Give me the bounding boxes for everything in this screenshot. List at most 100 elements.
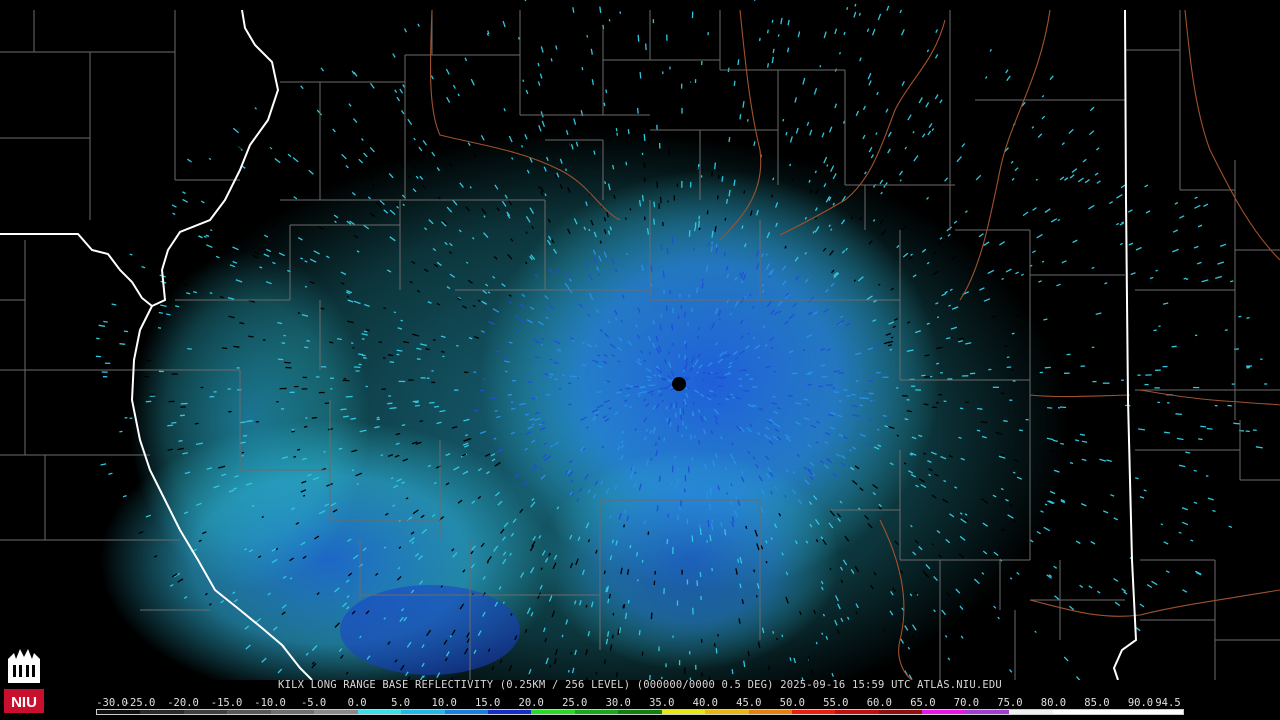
echo-speckle — [927, 130, 932, 136]
scale-segment — [792, 710, 836, 714]
echo-speckle — [139, 257, 145, 260]
echo-speckle — [787, 99, 790, 105]
echo-speckle — [929, 40, 932, 44]
echo-speckle — [870, 154, 874, 159]
echo-speckle — [904, 418, 909, 421]
echo-speckle — [1084, 147, 1088, 151]
echo-speckle — [1205, 475, 1209, 477]
echo-speckle — [429, 401, 435, 404]
scale-label: -20.0 — [167, 697, 199, 709]
echo-speckle — [1056, 305, 1063, 309]
echo-speckle — [1081, 134, 1088, 140]
echo-speckle — [588, 228, 591, 232]
echo-speckle — [362, 357, 367, 359]
scale-segment — [1096, 710, 1140, 714]
echo-speckle — [597, 391, 602, 394]
echo-speckle — [637, 59, 640, 67]
echo-speckle — [353, 71, 358, 77]
echo-speckle — [1160, 523, 1164, 526]
echo-speckle — [890, 336, 894, 339]
echo-speckle — [598, 273, 601, 277]
echo-speckle — [1228, 525, 1233, 529]
echo-speckle — [358, 158, 364, 164]
echo-speckle — [868, 146, 873, 153]
echo-speckle — [129, 253, 133, 256]
echo-speckle — [1022, 211, 1029, 217]
echo-speckle — [675, 401, 678, 409]
echo-speckle — [282, 99, 288, 105]
echo-speckle — [441, 33, 445, 37]
scale-label: 85.0 — [1084, 697, 1110, 709]
scale-label: 90.0 — [1127, 697, 1154, 709]
echo-speckle — [396, 96, 401, 102]
echo-speckle — [1181, 521, 1189, 526]
echo-speckle — [168, 264, 176, 268]
echo-speckle — [643, 177, 646, 182]
echo-speckle — [1255, 446, 1263, 449]
echo-speckle — [1219, 517, 1226, 521]
color-scale-labels: -30.0 -25.0 -20.0 -15.0 -10.0 -5.0 0.0 5.0 10.0 1… — [96, 697, 1186, 709]
echo-speckle — [685, 358, 688, 363]
echo-speckle — [728, 137, 731, 143]
echo-speckle — [160, 226, 163, 229]
echo-speckle — [1197, 556, 1201, 559]
echo-speckle — [167, 282, 173, 286]
echo-speckle — [432, 339, 436, 342]
echo-speckle — [658, 436, 661, 441]
echo-speckle — [935, 29, 938, 33]
echo-speckle — [165, 313, 171, 316]
echo-speckle — [811, 10, 814, 14]
echo-speckle — [999, 241, 1005, 246]
echo-speckle — [772, 48, 775, 54]
echo-speckle — [947, 657, 951, 661]
echo-speckle — [625, 161, 628, 166]
echo-speckle — [618, 627, 622, 634]
echo-speckle — [855, 110, 860, 117]
echo-speckle — [947, 645, 952, 651]
echo-speckle — [528, 673, 531, 677]
scale-label: 94.5 — [1155, 697, 1181, 709]
scale-label: 70.0 — [953, 697, 980, 709]
echo-speckle — [287, 153, 292, 158]
echo-speckle — [828, 126, 833, 133]
echo-speckle — [1197, 422, 1204, 425]
echo-speckle — [1138, 428, 1146, 431]
echo-speckle — [822, 613, 825, 617]
echo-speckle — [882, 414, 887, 418]
echo-speckle — [892, 65, 896, 72]
echo-speckle — [522, 79, 525, 83]
echo-speckle — [470, 63, 473, 67]
scale-label: 45.0 — [736, 697, 762, 709]
echo-speckle — [794, 97, 798, 103]
echo-speckle — [1037, 212, 1045, 218]
echo-speckle — [1005, 69, 1009, 74]
echo-speckle — [960, 635, 964, 639]
echo-speckle — [171, 204, 177, 208]
echo-speckle — [107, 338, 114, 341]
echo-speckle — [1194, 204, 1201, 209]
echo-speckle — [1206, 427, 1213, 430]
echo-speckle — [1084, 178, 1090, 184]
echo-speckle — [182, 198, 189, 203]
echo-speckle — [753, 0, 756, 1]
echo-speckle — [984, 76, 988, 79]
echo-speckle — [710, 371, 714, 374]
echo-speckle — [691, 457, 694, 461]
echo-speckle — [1182, 589, 1188, 593]
echo-speckle — [365, 328, 370, 332]
echo-speckle — [554, 16, 557, 20]
echo-speckle — [379, 72, 385, 79]
echo-speckle — [1144, 184, 1149, 188]
echo-speckle — [627, 599, 630, 604]
echo-speckle — [158, 311, 163, 314]
echo-speckle — [921, 133, 926, 138]
echo-speckle — [1202, 527, 1206, 530]
echo-speckle — [1012, 471, 1016, 474]
echo-speckle — [209, 292, 213, 295]
echo-speckle — [1014, 167, 1019, 172]
logo-text: NIU — [11, 694, 37, 711]
echo-speckle — [926, 49, 930, 53]
echo-speckle — [745, 525, 748, 529]
echo-speckle — [363, 330, 368, 333]
echo-speckle — [910, 120, 914, 126]
